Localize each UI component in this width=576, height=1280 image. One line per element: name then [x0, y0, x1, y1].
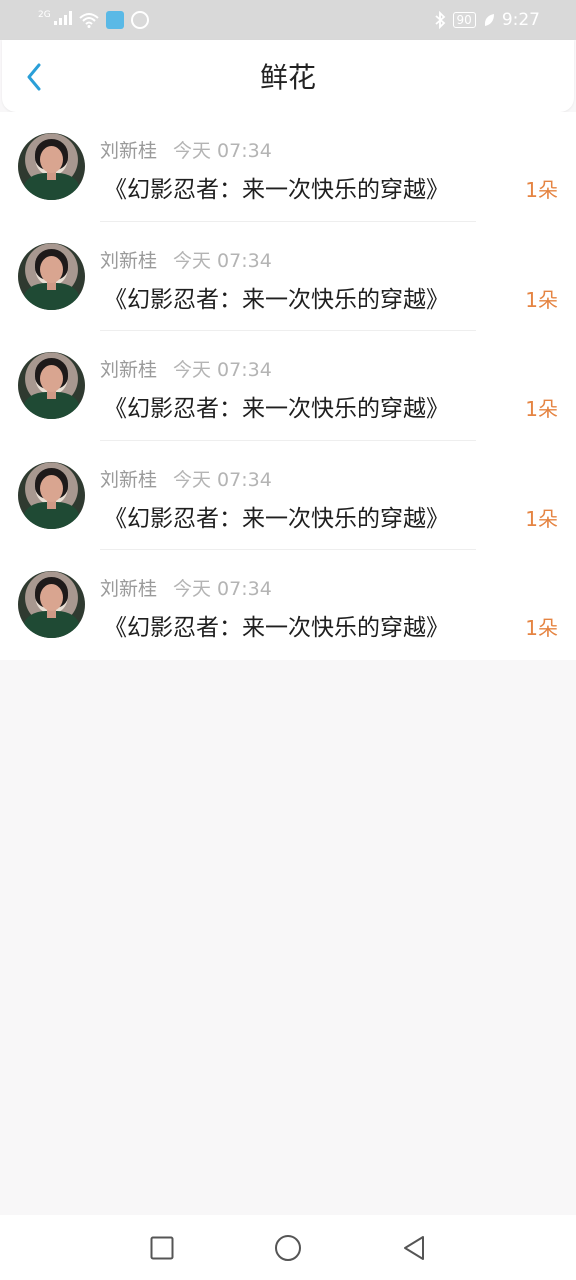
user-name[interactable]: 刘新桂 — [100, 574, 157, 601]
avatar[interactable] — [18, 352, 85, 420]
status-right: 90 9:27 — [434, 10, 540, 30]
back-button[interactable] — [20, 62, 48, 92]
list-item[interactable]: 刘新桂 今天 07:34 《幻影忍者：来一次快乐的穿越》 1朵 — [0, 331, 576, 441]
user-name[interactable]: 刘新桂 — [100, 355, 157, 382]
square-icon — [150, 1236, 174, 1259]
timestamp: 今天 07:34 — [173, 359, 272, 382]
user-name[interactable]: 刘新桂 — [100, 136, 157, 163]
battery-icon: 90 — [452, 12, 476, 28]
book-title[interactable]: 《幻影忍者：来一次快乐的穿越》 — [104, 389, 449, 423]
back-nav-button[interactable] — [400, 1234, 428, 1262]
flower-count: 1朵 — [525, 506, 558, 531]
network-type: 2G — [38, 10, 51, 20]
flower-list: 刘新桂 今天 07:34 《幻影忍者：来一次快乐的穿越》 1朵 刘新桂 今天 0… — [0, 112, 576, 660]
user-name[interactable]: 刘新桂 — [100, 246, 157, 273]
timestamp: 今天 07:34 — [173, 249, 272, 272]
list-item[interactable]: 刘新桂 今天 07:34 《幻影忍者：来一次快乐的穿越》 1朵 — [0, 550, 576, 660]
flower-count: 1朵 — [525, 616, 558, 641]
avatar[interactable] — [18, 242, 85, 310]
wifi-icon — [79, 13, 99, 28]
bluetooth-icon — [434, 11, 445, 29]
book-title[interactable]: 《幻影忍者：来一次快乐的穿越》 — [104, 499, 449, 533]
flower-count: 1朵 — [525, 397, 558, 422]
signal-icon: 2G — [38, 10, 73, 30]
user-name[interactable]: 刘新桂 — [100, 465, 157, 492]
home-button[interactable] — [274, 1234, 302, 1262]
page-title: 鲜花 — [259, 61, 316, 94]
timestamp: 今天 07:34 — [173, 578, 272, 601]
timestamp: 今天 07:34 — [173, 468, 272, 491]
clock: 9:27 — [501, 10, 540, 30]
book-title[interactable]: 《幻影忍者：来一次快乐的穿越》 — [104, 170, 449, 204]
app-header: 鲜花 — [2, 40, 574, 112]
system-nav-bar — [0, 1215, 576, 1280]
flower-count: 1朵 — [525, 287, 558, 312]
timestamp: 今天 07:34 — [173, 140, 272, 162]
flower-count: 1朵 — [525, 178, 558, 202]
recent-apps-button[interactable] — [148, 1234, 176, 1262]
leaf-icon — [484, 14, 494, 26]
triangle-back-icon — [404, 1235, 424, 1260]
avatar[interactable] — [18, 133, 85, 200]
reader-app-icon — [106, 11, 125, 29]
book-title[interactable]: 《幻影忍者：来一次快乐的穿越》 — [104, 280, 449, 314]
app-notification-icon — [131, 11, 150, 29]
avatar[interactable] — [18, 571, 85, 639]
avatar[interactable] — [18, 461, 85, 529]
list-item[interactable]: 刘新桂 今天 07:34 《幻影忍者：来一次快乐的穿越》 1朵 — [0, 222, 576, 332]
book-title[interactable]: 《幻影忍者：来一次快乐的穿越》 — [104, 608, 449, 642]
status-bar: 2G 90 9:27 — [0, 0, 576, 40]
list-item[interactable]: 刘新桂 今天 07:34 《幻影忍者：来一次快乐的穿越》 1朵 — [0, 112, 576, 222]
list-item[interactable]: 刘新桂 今天 07:34 《幻影忍者：来一次快乐的穿越》 1朵 — [0, 441, 576, 551]
status-left: 2G — [38, 10, 150, 30]
chevron-left-icon — [27, 63, 41, 91]
circle-icon — [275, 1234, 301, 1261]
